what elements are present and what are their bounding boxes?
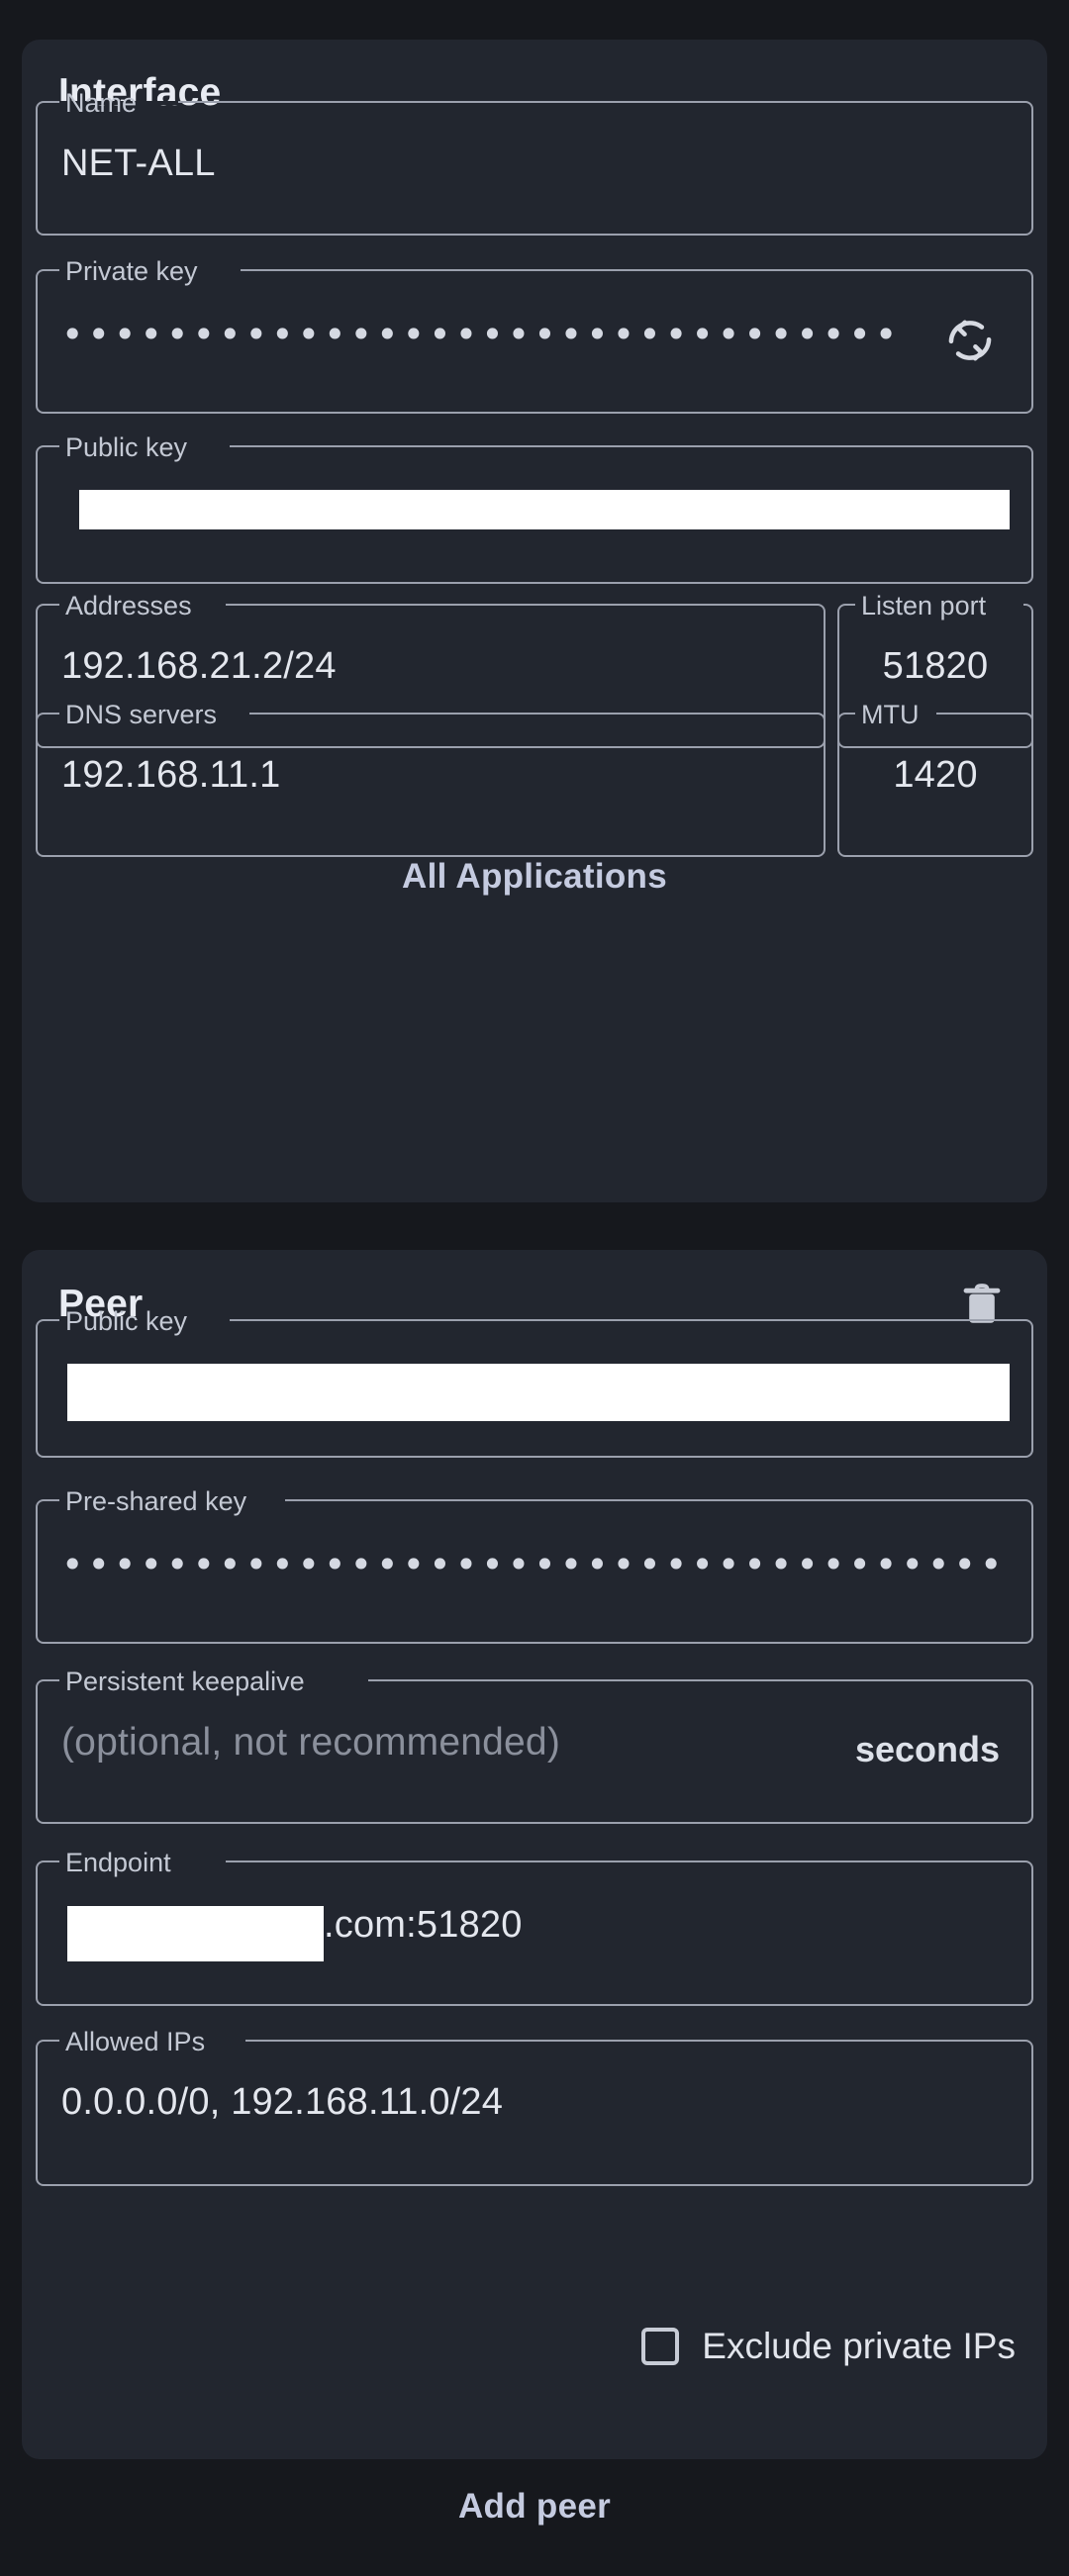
interface-public-key-label: Public key [65, 432, 188, 462]
peer-public-key-label: Public key [65, 1306, 188, 1336]
persistent-keepalive-label: Persistent keepalive [65, 1667, 305, 1696]
sync-refresh-icon[interactable] [944, 315, 996, 366]
all-applications-button[interactable]: All Applications [22, 857, 1047, 897]
listen-port-label: Listen port [861, 591, 987, 620]
persistent-keepalive-field[interactable]: Persistent keepalive (optional, not reco… [36, 1667, 1033, 1824]
dns-servers-value: 192.168.11.1 [61, 754, 281, 796]
mtu-field[interactable]: MTU 1420 [837, 700, 1033, 857]
allowed-ips-field[interactable]: Allowed IPs 0.0.0.0/0, 192.168.11.0/24 [36, 2027, 1033, 2186]
name-field[interactable]: Name NET-ALL [36, 88, 1033, 236]
allowed-ips-label: Allowed IPs [65, 2027, 206, 2056]
persistent-keepalive-unit-suffix: seconds [854, 1729, 1000, 1769]
pre-shared-key-label: Pre-shared key [65, 1486, 247, 1516]
allowed-ips-value: 0.0.0.0/0, 192.168.11.0/24 [61, 2081, 504, 2123]
interface-public-key-redaction [79, 490, 1010, 529]
peer-public-key-redaction [67, 1364, 1010, 1421]
dns-servers-label: DNS servers [65, 700, 218, 729]
pre-shared-key-field[interactable]: Pre-shared key •••••••••••••••••••••••••… [36, 1486, 1033, 1644]
private-key-value: ••••••••••••••••••••••••••••••••••••••••… [61, 313, 893, 356]
mtu-value: 1420 [893, 754, 978, 796]
config-editor-screen: Interface Name NET-ALL Private key •••••… [0, 0, 1069, 2576]
peer-card: Peer Public key Pre-shared key •••••••••… [22, 1250, 1047, 2459]
addresses-value: 192.168.21.2/24 [61, 645, 337, 687]
interface-public-key-field[interactable]: Public key [36, 432, 1033, 584]
persistent-keepalive-placeholder: (optional, not recommended) [61, 1721, 561, 1764]
private-key-label: Private key [65, 256, 198, 286]
endpoint-host-redaction [67, 1906, 324, 1961]
exclude-private-ips-checkbox[interactable] [641, 2328, 680, 2365]
listen-port-value: 51820 [882, 645, 989, 687]
exclude-private-ips-checkbox-row[interactable]: Exclude private IPs [641, 2326, 1016, 2367]
private-key-field[interactable]: Private key ••••••••••••••••••••••••••••… [36, 256, 1033, 414]
name-value: NET-ALL [61, 143, 216, 184]
add-peer-button[interactable]: Add peer [0, 2487, 1069, 2527]
endpoint-label: Endpoint [65, 1848, 171, 1877]
dns-servers-field[interactable]: DNS servers 192.168.11.1 [36, 700, 826, 857]
name-label: Name [65, 88, 138, 118]
endpoint-field[interactable]: Endpoint .com:51820 [36, 1848, 1033, 2006]
endpoint-value: .com:51820 [324, 1904, 523, 1946]
exclude-private-ips-label: Exclude private IPs [702, 2326, 1016, 2366]
mtu-label: MTU [861, 700, 920, 729]
addresses-label: Addresses [65, 591, 192, 620]
interface-card: Interface Name NET-ALL Private key •••••… [22, 40, 1047, 1202]
pre-shared-key-value: ••••••••••••••••••••••••••••••••••••••••… [61, 1543, 1002, 1586]
peer-public-key-field[interactable]: Public key [36, 1306, 1033, 1458]
